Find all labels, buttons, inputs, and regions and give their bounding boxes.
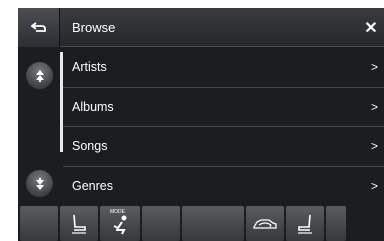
seat-right-button[interactable] <box>286 206 324 241</box>
browse-list: Artists > Albums > Songs > Genres > <box>63 48 384 206</box>
page-title: Browse <box>72 20 116 35</box>
seat-icon <box>298 214 312 234</box>
chevron-right-icon: > <box>370 179 378 194</box>
chevron-right-icon: > <box>370 139 378 154</box>
climate-button-1[interactable] <box>20 206 58 241</box>
list-item-label: Genres <box>72 179 113 194</box>
close-button[interactable]: ✕ <box>358 8 384 47</box>
climate-button-4[interactable] <box>142 206 180 241</box>
list-item-label: Artists <box>72 60 107 75</box>
chevron-right-icon: > <box>370 60 378 75</box>
back-arrow-icon <box>30 21 46 32</box>
scroll-column <box>18 48 60 206</box>
list-item-albums[interactable]: Albums > <box>63 88 384 127</box>
recirculation-car-icon <box>253 218 277 229</box>
chevron-right-icon: > <box>370 99 378 114</box>
back-button[interactable] <box>18 8 60 47</box>
close-icon: ✕ <box>364 19 378 37</box>
mode-label: MODE <box>110 209 125 215</box>
climate-bar: MODE <box>18 206 384 241</box>
scroll-down-icon <box>35 177 44 190</box>
scroll-up-button[interactable] <box>26 62 53 89</box>
airflow-mode-button[interactable]: MODE <box>100 206 140 241</box>
scroll-up-icon <box>35 69 44 82</box>
list-item-genres[interactable]: Genres > <box>63 167 384 207</box>
climate-button-8[interactable] <box>326 206 346 241</box>
list-item-songs[interactable]: Songs > <box>63 127 384 167</box>
infotainment-screen: Browse ✕ Artists > Albums > Songs > Genr… <box>18 8 384 241</box>
header-bar: Browse ✕ <box>18 8 384 47</box>
list-item-label: Albums <box>72 99 114 114</box>
list-item-artists[interactable]: Artists > <box>63 48 384 88</box>
list-item-label: Songs <box>72 139 108 154</box>
recirculation-button[interactable] <box>246 206 284 241</box>
scroll-down-button[interactable] <box>26 170 53 197</box>
climate-button-5[interactable] <box>182 206 244 241</box>
seat-left-button[interactable] <box>60 206 98 241</box>
seat-icon <box>72 214 86 234</box>
airflow-mode-icon <box>113 215 127 234</box>
